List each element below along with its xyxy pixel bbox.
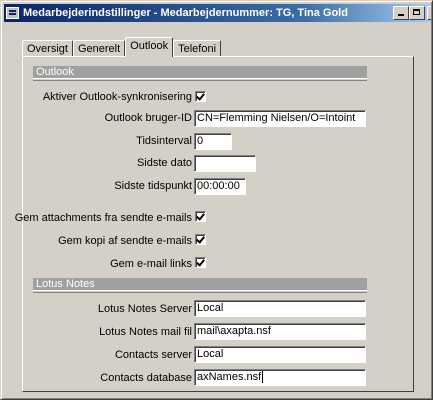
minimize-button[interactable] <box>393 6 409 20</box>
maximize-button[interactable] <box>409 6 425 20</box>
outlook-group-divider <box>33 80 367 81</box>
window-title: Medarbejderindstillinger - Medarbejdernu… <box>23 7 348 19</box>
contacts-server-input[interactable]: Local <box>194 346 366 363</box>
tab-panel <box>22 56 414 392</box>
interval-input[interactable]: 0 <box>194 133 232 150</box>
contacts-server-label: Contacts server <box>114 349 192 361</box>
user-id-label: Outlook bruger-ID <box>104 112 192 124</box>
last-date-input[interactable] <box>194 155 256 172</box>
lotus-server-input[interactable]: Local <box>194 300 366 317</box>
save-links-checkbox[interactable] <box>195 257 206 268</box>
app-form-icon[interactable] <box>6 7 19 19</box>
tab-outlook[interactable]: Outlook <box>125 37 174 57</box>
user-id-input[interactable]: CN=Flemming Nielsen/O=Intoint <box>194 110 366 127</box>
tab-telefoni[interactable]: Telefoni <box>173 40 222 57</box>
lotus-mailfile-label: Lotus Notes mail fil <box>99 326 192 338</box>
title-bar[interactable]: Medarbejderindstillinger - Medarbejdernu… <box>4 4 431 22</box>
save-attachments-checkbox[interactable] <box>195 211 206 222</box>
sync-checkbox[interactable] <box>195 91 206 102</box>
outlook-group-header: Outlook <box>33 66 367 79</box>
save-copy-checkbox[interactable] <box>195 234 206 245</box>
contacts-db-input[interactable]: axNames.nsf <box>194 369 366 386</box>
contacts-db-label: Contacts database <box>100 372 192 384</box>
lotus-group-divider <box>33 292 367 293</box>
sync-label: Aktiver Outlook-synkronisering <box>42 91 192 103</box>
last-time-label: Sidste tidspunkt <box>114 180 192 192</box>
window-controls: ✕ <box>393 6 431 20</box>
save-links-label: Gem e-mail links <box>110 258 192 270</box>
lotus-mailfile-input[interactable]: mail\axapta.nsf <box>194 323 366 340</box>
contacts-db-value: axNames.nsf <box>197 371 262 383</box>
tab-oversigt[interactable]: Oversigt <box>22 40 73 57</box>
lotus-server-label: Lotus Notes Server <box>97 303 192 315</box>
last-time-input[interactable]: 00:00:00 <box>194 178 246 195</box>
lotus-group-header: Lotus Notes <box>33 278 367 291</box>
tab-generelt[interactable]: Generelt <box>72 40 126 57</box>
tab-strip: Oversigt Generelt Outlook Telefoni <box>22 37 222 57</box>
close-button[interactable]: ✕ <box>427 6 431 20</box>
save-copy-label: Gem kopi af sendte e-mails <box>58 235 192 247</box>
last-date-label: Sidste dato <box>136 157 192 169</box>
text-cursor <box>262 371 264 384</box>
interval-label: Tidsinterval <box>136 135 192 147</box>
save-attachments-label: Gem attachments fra sendte e-mails <box>14 212 192 224</box>
